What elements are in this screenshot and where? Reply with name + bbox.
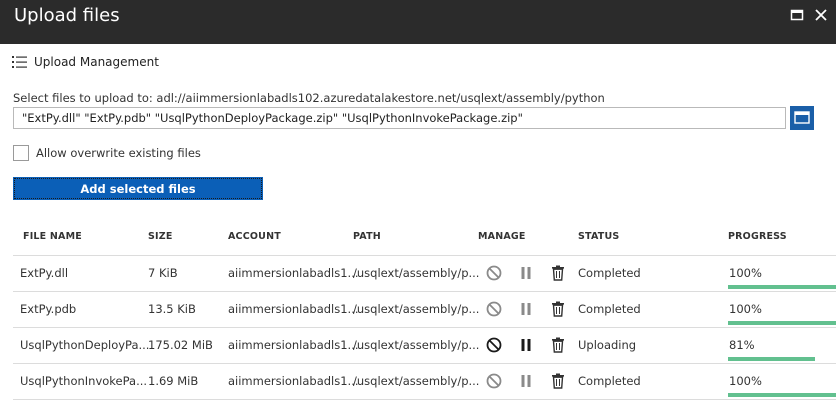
- cell-status: Uploading: [578, 338, 637, 352]
- maximize-icon[interactable]: [789, 7, 805, 23]
- cell-progress: 100%: [729, 374, 762, 388]
- row-divider: [13, 291, 836, 292]
- column-header-size: SIZE: [148, 231, 173, 242]
- destination-label: Select files to upload to: adl://aiimmer…: [13, 91, 605, 105]
- progress-bar: [728, 321, 836, 325]
- cell-file-name: UsqlPythonDeployPa...: [20, 338, 150, 352]
- browse-folder-button[interactable]: [790, 106, 814, 130]
- row-divider: [13, 327, 836, 328]
- column-header-path: PATH: [353, 231, 381, 242]
- cell-status: Completed: [578, 374, 641, 388]
- progress-bar: [728, 285, 836, 289]
- cancel-icon[interactable]: [485, 372, 503, 390]
- cancel-icon[interactable]: [485, 264, 503, 282]
- cancel-icon[interactable]: [485, 300, 503, 318]
- pause-icon[interactable]: [517, 336, 535, 354]
- cell-size: 13.5 KiB: [148, 302, 196, 316]
- cell-size: 1.69 MiB: [148, 374, 199, 388]
- delete-icon[interactable]: [549, 300, 567, 318]
- cell-path: /usqlext/assembly/p...: [353, 338, 480, 352]
- delete-icon[interactable]: [549, 264, 567, 282]
- progress-bar: [728, 393, 836, 397]
- progress-bar: [728, 357, 815, 361]
- pause-icon[interactable]: [517, 300, 535, 318]
- cell-account: aiimmersionlabadls1...: [228, 374, 359, 388]
- add-selected-files-button[interactable]: Add selected files: [13, 177, 263, 200]
- column-header-file-name: FILE NAME: [23, 231, 82, 242]
- row-divider: [13, 399, 836, 400]
- selected-files-input[interactable]: "ExtPy.dll" "ExtPy.pdb" "UsqlPythonDeplo…: [13, 107, 786, 129]
- cell-status: Completed: [578, 302, 641, 316]
- title-bar: Upload files: [0, 0, 836, 44]
- cell-path: /usqlext/assembly/p...: [353, 302, 480, 316]
- cell-path: /usqlext/assembly/p...: [353, 266, 480, 280]
- row-divider: [13, 255, 836, 256]
- cell-progress: 100%: [729, 302, 762, 316]
- row-divider: [13, 363, 836, 364]
- cancel-icon[interactable]: [485, 336, 503, 354]
- list-icon: [12, 55, 28, 69]
- column-header-account: ACCOUNT: [228, 231, 281, 242]
- cell-progress: 100%: [729, 266, 762, 280]
- column-header-status: STATUS: [578, 231, 620, 242]
- overwrite-checkbox[interactable]: [13, 145, 29, 161]
- cell-status: Completed: [578, 266, 641, 280]
- overwrite-label: Allow overwrite existing files: [36, 146, 201, 160]
- upload-management-label: Upload Management: [34, 55, 159, 69]
- column-header-progress: PROGRESS: [728, 231, 787, 242]
- cell-account: aiimmersionlabadls1...: [228, 266, 359, 280]
- cell-path: /usqlext/assembly/p...: [353, 374, 480, 388]
- cell-size: 7 KiB: [148, 266, 178, 280]
- cell-file-name: ExtPy.pdb: [20, 302, 77, 316]
- pause-icon[interactable]: [517, 372, 535, 390]
- column-header-manage: MANAGE: [478, 231, 526, 242]
- delete-icon[interactable]: [549, 372, 567, 390]
- cell-account: aiimmersionlabadls1...: [228, 302, 359, 316]
- cell-account: aiimmersionlabadls1...: [228, 338, 359, 352]
- cell-size: 175.02 MiB: [148, 338, 213, 352]
- folder-icon: [794, 109, 810, 128]
- upload-management-button[interactable]: Upload Management: [12, 52, 159, 72]
- cell-file-name: ExtPy.dll: [20, 266, 69, 280]
- close-icon[interactable]: [813, 7, 829, 23]
- cell-progress: 81%: [729, 338, 755, 352]
- delete-icon[interactable]: [549, 336, 567, 354]
- pause-icon[interactable]: [517, 264, 535, 282]
- cell-file-name: UsqlPythonInvokePa...: [20, 374, 148, 388]
- window-title: Upload files: [14, 5, 120, 26]
